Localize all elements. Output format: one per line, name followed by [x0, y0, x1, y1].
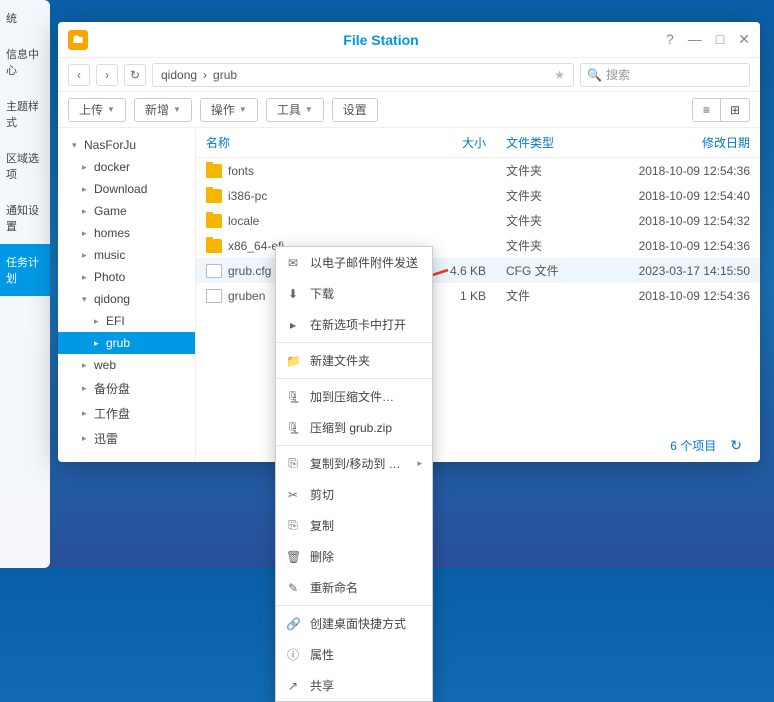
nav-forward-button[interactable]: › — [96, 64, 118, 86]
breadcrumb-current[interactable]: grub — [213, 68, 237, 82]
tree-item[interactable]: ▸Photo — [58, 266, 195, 288]
maximize-icon[interactable]: □ — [716, 31, 724, 48]
toolbar: 上传▼ 新增▼ 操作▼ 工具▼ 设置 ≡ ⊞ — [58, 92, 760, 128]
col-name[interactable]: 名称 — [206, 134, 426, 151]
tree-item[interactable]: ▸工作盘 — [58, 401, 195, 426]
menu-icon: 🗜 — [286, 421, 300, 435]
list-view-icon[interactable]: ≡ — [693, 99, 721, 121]
file-icon — [206, 289, 222, 303]
tool-button[interactable]: 工具▼ — [266, 98, 324, 122]
menu-icon: ▸ — [286, 318, 300, 332]
file-icon — [206, 264, 222, 278]
file-list-header: 名称 大小 文件类型 修改日期 — [196, 128, 760, 158]
search-input[interactable]: 🔍 搜索 — [580, 63, 750, 87]
folder-icon — [206, 164, 222, 178]
star-icon[interactable]: ★ — [554, 68, 565, 82]
file-list-footer: 6 个项目 ↻ — [662, 429, 750, 462]
close-icon[interactable]: ✕ — [738, 31, 750, 48]
context-menu-item[interactable]: ↗共享 — [276, 670, 432, 701]
context-menu-item[interactable]: ✎重新命名 — [276, 572, 432, 603]
context-menu: ✉以电子邮件附件发送⬇下载▸在新选项卡中打开 📁新建文件夹 🗜加到压缩文件…🗜压缩到… — [275, 246, 433, 702]
table-row[interactable]: locale文件夹2018-10-09 12:54:32 — [196, 208, 760, 233]
col-size[interactable]: 大小 — [426, 134, 486, 151]
chevron-right-icon: › — [203, 68, 207, 82]
folder-tree: ▾NasForJu▸docker▸Download▸Game▸homes▸mus… — [58, 128, 196, 462]
item-count: 6 个项目 — [670, 437, 716, 454]
search-icon: 🔍 — [587, 68, 602, 82]
menu-icon: 🔗 — [286, 617, 300, 631]
app-icon — [68, 30, 88, 50]
window-title: File Station — [96, 32, 666, 48]
folder-icon — [206, 189, 222, 203]
folder-icon — [206, 214, 222, 228]
os-sidebar-item[interactable]: 通知设置 — [0, 192, 50, 244]
menu-icon: ✉ — [286, 256, 300, 270]
minimize-icon[interactable]: — — [688, 31, 702, 48]
menu-icon: ⎘ — [286, 456, 300, 471]
context-menu-item[interactable]: 📁新建文件夹 — [276, 345, 432, 376]
refresh-button[interactable]: ↻ — [124, 64, 146, 86]
menu-icon: ↗ — [286, 679, 300, 693]
os-sidebar-item[interactable]: 主题样式 — [0, 88, 50, 140]
breadcrumb-root[interactable]: qidong — [161, 68, 197, 82]
context-menu-item[interactable]: 🗑删除 — [276, 541, 432, 572]
context-menu-item[interactable]: ▸在新选项卡中打开 — [276, 309, 432, 340]
table-row[interactable]: i386-pc文件夹2018-10-09 12:54:40 — [196, 183, 760, 208]
os-sidebar-item[interactable]: 信息中心 — [0, 36, 50, 88]
tree-item[interactable]: ▸homes — [58, 222, 195, 244]
new-button[interactable]: 新增▼ — [134, 98, 192, 122]
view-toggle: ≡ ⊞ — [692, 98, 750, 122]
refresh-icon[interactable]: ↻ — [730, 437, 742, 454]
context-menu-item[interactable]: 🗜压缩到 grub.zip — [276, 412, 432, 443]
os-sidebar-item[interactable]: 任务计划 — [0, 244, 50, 296]
menu-icon: 🗑 — [286, 550, 300, 564]
context-menu-item[interactable]: ⎘复制 — [276, 510, 432, 541]
help-icon[interactable]: ? — [666, 31, 674, 48]
context-menu-item[interactable]: ✉以电子邮件附件发送 — [276, 247, 432, 278]
menu-icon: ⓘ — [286, 646, 300, 663]
os-sidebar-item[interactable]: 统 — [0, 0, 50, 36]
tree-root[interactable]: ▾NasForJu — [58, 134, 195, 156]
tree-item[interactable]: ▸EFI — [58, 310, 195, 332]
tree-item[interactable]: ▸grub — [58, 332, 195, 354]
tree-item[interactable]: ▸Download — [58, 178, 195, 200]
menu-icon: ✎ — [286, 581, 300, 595]
os-sidebar: 统信息中心主题样式区域选项通知设置任务计划 — [0, 0, 50, 568]
tree-item[interactable]: ▸迅雷 — [58, 426, 195, 451]
menu-icon: ⬇ — [286, 287, 300, 301]
context-menu-item[interactable]: ✂剪切 — [276, 479, 432, 510]
table-row[interactable]: fonts文件夹2018-10-09 12:54:36 — [196, 158, 760, 183]
context-menu-item[interactable]: ⬇下载 — [276, 278, 432, 309]
action-button[interactable]: 操作▼ — [200, 98, 258, 122]
upload-button[interactable]: 上传▼ — [68, 98, 126, 122]
context-menu-item[interactable]: 🗜加到压缩文件… — [276, 381, 432, 412]
tree-item[interactable]: ▸Game — [58, 200, 195, 222]
settings-button[interactable]: 设置 — [332, 98, 378, 122]
os-sidebar-item[interactable]: 区域选项 — [0, 140, 50, 192]
tree-item[interactable]: ▾qidong — [58, 288, 195, 310]
tree-item[interactable]: ▸docker — [58, 156, 195, 178]
context-menu-item[interactable]: ⓘ属性 — [276, 639, 432, 670]
grid-view-icon[interactable]: ⊞ — [721, 99, 749, 121]
col-date[interactable]: 修改日期 — [586, 134, 750, 151]
tree-item[interactable]: ▸备份盘 — [58, 376, 195, 401]
path-input[interactable]: qidong › grub ★ — [152, 63, 574, 87]
menu-icon: ⎘ — [286, 518, 300, 533]
titlebar: File Station ? — □ ✕ — [58, 22, 760, 58]
folder-icon — [206, 239, 222, 253]
menu-icon: 🗜 — [286, 390, 300, 404]
pathbar: ‹ › ↻ qidong › grub ★ 🔍 搜索 — [58, 58, 760, 92]
col-type[interactable]: 文件类型 — [486, 134, 586, 151]
menu-icon: 📁 — [286, 354, 300, 368]
menu-icon: ✂ — [286, 488, 300, 502]
context-menu-item[interactable]: ⎘复制到/移动到 …▸ — [276, 448, 432, 479]
tree-item[interactable]: ▸music — [58, 244, 195, 266]
tree-item[interactable]: ▸web — [58, 354, 195, 376]
search-placeholder: 搜索 — [606, 66, 630, 83]
nav-back-button[interactable]: ‹ — [68, 64, 90, 86]
context-menu-item[interactable]: 🔗创建桌面快捷方式 — [276, 608, 432, 639]
